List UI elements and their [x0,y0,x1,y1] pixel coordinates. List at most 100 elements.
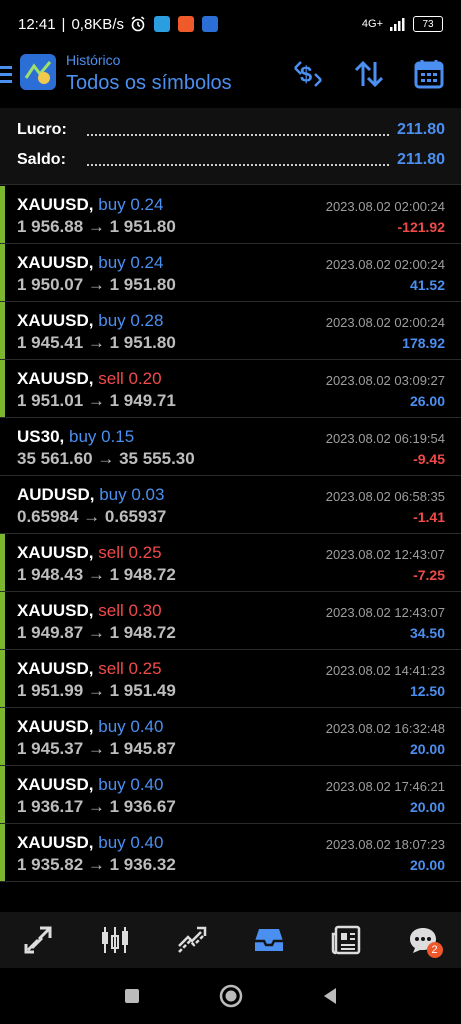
tab-messages[interactable]: 2 [401,918,445,962]
deal-profit: -9.45 [413,451,445,467]
deal-time: 2023.08.02 02:00:24 [325,257,445,272]
back-icon[interactable] [320,986,340,1006]
currency-filter-icon[interactable]: $ [292,58,324,90]
deal-side-volume: sell 0.25 [98,543,162,562]
deal-profit: -7.25 [413,567,445,583]
deal-indicator-bar [0,476,5,533]
deal-symbol-line: XAUUSD, sell 0.30 [17,601,162,621]
deal-row[interactable]: XAUUSD, buy 0.40 1 945.37 → 1 945.87 2023.… [0,708,461,766]
messages-badge: 2 [426,942,443,958]
deal-symbol: XAUUSD, [17,833,94,852]
status-separator: | [61,15,66,33]
deal-profit: 178.92 [402,335,445,351]
profit-label: Lucro: [17,121,67,138]
deal-row[interactable]: US30, buy 0.15 35 561.60 → 35 555.30 2023.… [0,418,461,476]
telegram-icon [153,16,170,32]
calendar-icon[interactable] [413,58,445,90]
metatrader-notification-icon [201,16,218,32]
deal-symbol: XAUUSD, [17,369,94,388]
metatrader-logo [20,54,56,90]
deal-prices: 0.65984 → 0.65937 [17,507,167,526]
svg-text:$: $ [300,62,312,87]
deal-time: 2023.08.02 14:41:23 [325,663,445,678]
menu-icon[interactable] [0,66,12,84]
deal-symbol-line: XAUUSD, sell 0.25 [17,659,162,679]
deal-prices: 1 950.07 → 1 951.80 [17,275,176,294]
deal-side-volume: buy 0.40 [98,717,164,736]
status-bar: 12:41 | 0,8KB/s 4G+ 73 [0,0,461,48]
deal-symbol-line: XAUUSD, buy 0.24 [17,253,163,273]
deal-prices: 1 945.41 → 1 951.80 [17,333,176,352]
balance-value: 211.80 [396,151,445,168]
deal-symbol-line: XAUUSD, buy 0.40 [17,775,163,795]
tab-quotes[interactable] [16,918,60,962]
deal-symbol-line: US30, buy 0.15 [17,427,134,447]
deal-row[interactable]: AUDUSD, buy 0.03 0.65984 → 0.65937 2023.08… [0,476,461,534]
recent-apps-icon[interactable] [122,986,142,1006]
deal-time: 2023.08.02 12:43:07 [325,605,445,620]
deal-row[interactable]: XAUUSD, sell 0.20 1 951.01 → 1 949.71 2023… [0,360,461,418]
dot-leader [87,162,389,166]
deal-time: 2023.08.02 02:00:24 [325,315,445,330]
deal-side-volume: buy 0.24 [98,253,164,272]
tab-history[interactable] [247,918,291,962]
deal-prices: 1 951.01 → 1 949.71 [17,391,176,410]
deal-row[interactable]: XAUUSD, buy 0.40 1 936.17 → 1 936.67 2023.… [0,766,461,824]
deal-indicator-bar [0,708,5,765]
deal-symbol: XAUUSD, [17,253,94,272]
deal-row[interactable]: XAUUSD, sell 0.25 1 951.99 → 1 951.49 2023… [0,650,461,708]
deal-symbol-line: XAUUSD, sell 0.25 [17,543,162,563]
deal-symbol: XAUUSD, [17,775,94,794]
tab-chart[interactable] [93,918,137,962]
deal-symbol-line: AUDUSD, buy 0.03 [17,485,164,505]
deal-indicator-bar [0,824,5,881]
deal-row[interactable]: XAUUSD, buy 0.24 1 950.07 → 1 951.80 2023.… [0,244,461,302]
deal-profit: -1.41 [413,509,445,525]
deal-symbol-line: XAUUSD, buy 0.24 [17,195,163,215]
tab-trade[interactable] [170,918,214,962]
header-title[interactable]: Todos os símbolos [66,72,232,95]
account-summary: Lucro: 211.80 Saldo: 211.80 [0,108,461,185]
sort-icon[interactable] [353,58,385,90]
deal-prices: 1 936.17 → 1 936.67 [17,797,176,816]
deal-side-volume: sell 0.20 [98,369,162,388]
deal-row[interactable]: XAUUSD, buy 0.40 1 935.82 → 1 936.32 2023.… [0,824,461,882]
deal-time: 2023.08.02 06:19:54 [325,431,445,446]
dot-leader [87,132,389,136]
deal-symbol-line: XAUUSD, buy 0.40 [17,833,163,853]
deal-symbol-line: XAUUSD, sell 0.20 [17,369,162,389]
tab-news[interactable] [324,918,368,962]
deal-side-volume: buy 0.15 [68,427,135,446]
deal-symbol: XAUUSD, [17,601,94,620]
chart-candles-icon [102,927,129,953]
balance-label: Saldo: [17,151,66,168]
battery-icon: 73 [413,16,443,32]
status-left: 12:41 | 0,8KB/s [18,16,218,33]
news-icon [331,925,360,955]
profit-row: Lucro: 211.80 [17,116,445,144]
deal-prices: 35 561.60 → 35 555.30 [17,449,195,468]
deal-row[interactable]: XAUUSD, sell 0.30 1 949.87 → 1 948.72 2023… [0,592,461,650]
deal-symbol: XAUUSD, [17,195,94,214]
deal-symbol: US30, [17,427,65,446]
network-type: 4G+ [361,18,383,30]
deal-row[interactable]: XAUUSD, buy 0.24 1 956.88 → 1 951.80 2023.… [0,186,461,244]
deal-prices: 1 951.99 → 1 951.49 [17,681,176,700]
header-subtitle[interactable]: Histórico [66,52,120,68]
deal-indicator-bar [0,650,5,707]
deal-prices: 1 935.82 → 1 936.32 [17,855,176,874]
deal-row[interactable]: XAUUSD, sell 0.25 1 948.43 → 1 948.72 2023… [0,534,461,592]
deal-profit: 26.00 [409,393,445,409]
deal-indicator-bar [0,534,5,591]
home-icon[interactable] [218,983,244,1009]
deal-time: 2023.08.02 02:00:24 [325,199,445,214]
deal-symbol: AUDUSD, [17,485,95,504]
deal-side-volume: buy 0.03 [99,485,165,504]
deal-symbol: XAUUSD, [17,543,94,562]
deal-indicator-bar [0,360,5,417]
deal-time: 2023.08.02 06:58:35 [325,489,445,504]
deal-indicator-bar [0,766,5,823]
deal-side-volume: buy 0.40 [98,833,164,852]
deal-row[interactable]: XAUUSD, buy 0.28 1 945.41 → 1 951.80 2023.… [0,302,461,360]
deal-list: XAUUSD, buy 0.24 1 956.88 → 1 951.80 2023.… [0,186,461,882]
